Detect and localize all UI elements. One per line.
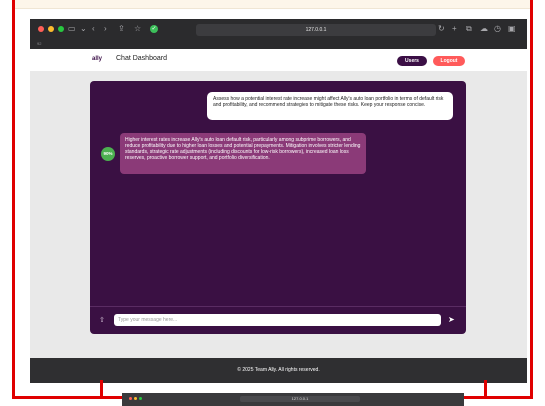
- window-controls: [38, 26, 64, 32]
- preview-close-dot: [129, 397, 132, 400]
- preview-minimize-dot: [134, 397, 137, 400]
- navbar: ally Chat Dashboard Users Logout: [30, 49, 527, 71]
- bot-message: Higher interest rates increase Ally's au…: [120, 133, 366, 174]
- sidebar-icon[interactable]: ▭: [68, 24, 76, 34]
- upload-icon[interactable]: ⇧: [99, 316, 105, 324]
- user-message: Assess how a potential interest rate inc…: [207, 92, 453, 120]
- favicon-icon: ✓: [150, 25, 158, 33]
- red-frame-left: [12, 0, 15, 398]
- page-title: Chat Dashboard: [116, 55, 167, 62]
- tab-label[interactable]: 92: [37, 41, 41, 46]
- top-divider: [12, 8, 533, 9]
- top-border: [12, 0, 533, 8]
- message-input-row: ⇧ ➤: [90, 306, 466, 335]
- users-button[interactable]: Users: [397, 56, 427, 66]
- preview-window-controls: [129, 397, 142, 400]
- send-icon[interactable]: ➤: [448, 315, 455, 324]
- tab-strip: 92: [30, 41, 527, 49]
- preview-address-bar: 127.0.0.1: [240, 396, 360, 402]
- logout-button[interactable]: Logout: [433, 56, 465, 66]
- next-screenshot-preview: 127.0.0.1: [122, 393, 464, 406]
- main-content: Assess how a potential interest rate inc…: [30, 71, 527, 358]
- close-window-button[interactable]: [38, 26, 44, 32]
- footer: © 2025 Team Ally. All rights reserved.: [30, 358, 527, 383]
- overview-icon[interactable]: ▣: [508, 24, 516, 34]
- reload-icon[interactable]: ↻: [438, 24, 445, 34]
- cloud-icon[interactable]: ☁: [480, 24, 488, 34]
- browser-titlebar: ▭ ⌄ ‹ › ⇪ ☆ ✓ 127.0.0.1 ↻ + ⧉ ☁ ◷ ▣: [30, 19, 527, 41]
- red-frame-segment-right: [484, 380, 487, 396]
- bookmark-icon[interactable]: ☆: [134, 24, 141, 34]
- chat-panel: Assess how a potential interest rate inc…: [90, 81, 466, 334]
- tabs-icon[interactable]: ⧉: [466, 24, 472, 34]
- back-icon[interactable]: ‹: [92, 24, 95, 34]
- maximize-window-button[interactable]: [58, 26, 64, 32]
- share-icon[interactable]: ⇪: [118, 24, 125, 34]
- red-frame-right: [530, 0, 533, 398]
- message-input[interactable]: [114, 314, 441, 326]
- bot-avatar: 90%: [101, 147, 115, 161]
- new-tab-icon[interactable]: +: [452, 24, 457, 34]
- forward-icon[interactable]: ›: [104, 24, 107, 34]
- browser-window: ▭ ⌄ ‹ › ⇪ ☆ ✓ 127.0.0.1 ↻ + ⧉ ☁ ◷ ▣ 92 a…: [30, 19, 527, 383]
- red-frame-segment-left: [100, 380, 103, 396]
- chevron-down-icon[interactable]: ⌄: [80, 24, 87, 34]
- minimize-window-button[interactable]: [48, 26, 54, 32]
- preview-maximize-dot: [139, 397, 142, 400]
- address-bar[interactable]: 127.0.0.1: [196, 24, 436, 36]
- history-icon[interactable]: ◷: [494, 24, 501, 34]
- brand-logo[interactable]: ally: [92, 56, 102, 62]
